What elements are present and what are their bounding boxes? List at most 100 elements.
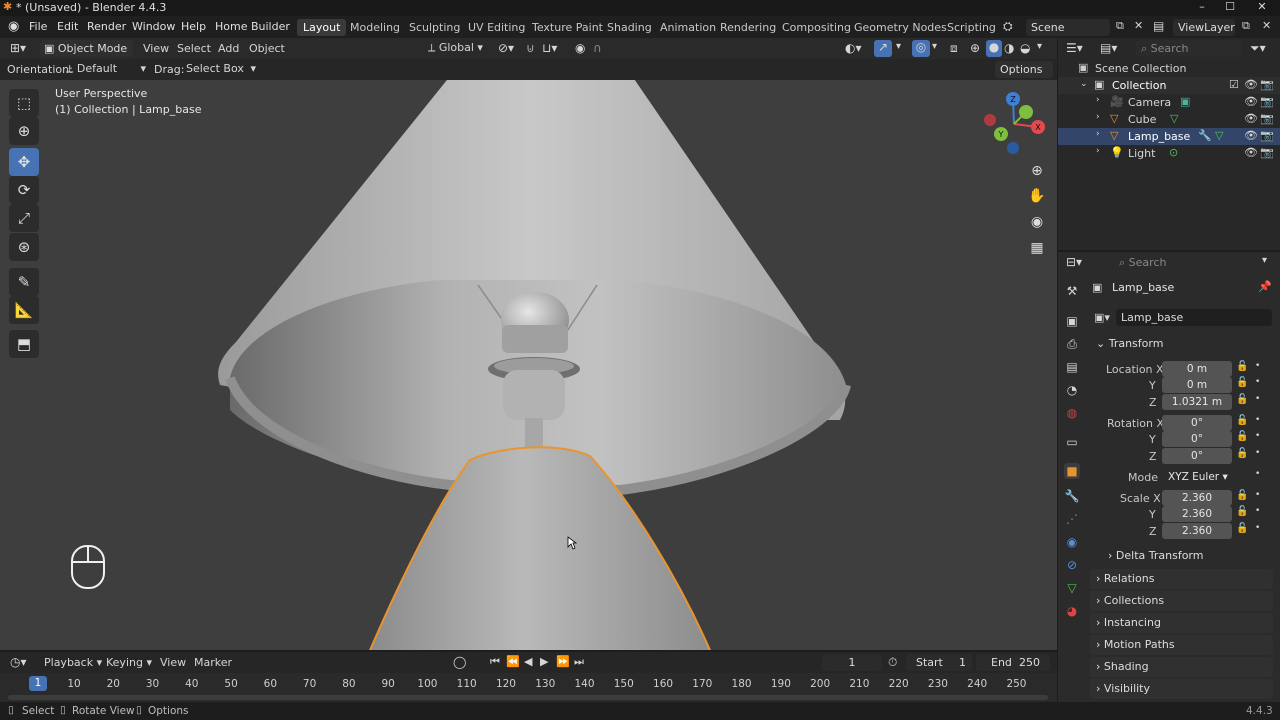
tab-rendering[interactable]: Rendering — [714, 19, 782, 36]
scene-tab-icon[interactable]: ◔ — [1064, 382, 1080, 398]
outliner-row-scene-collection[interactable]: ▣ Scene Collection — [1058, 60, 1280, 77]
mode-selector[interactable]: ▣ Object Mode ▾ — [40, 40, 133, 68]
tool-tab-icon[interactable]: ⚒ — [1064, 283, 1080, 299]
collection-tab-icon[interactable]: ▭ — [1064, 434, 1080, 450]
scene-icon[interactable]: ⛭ — [1003, 19, 1013, 34]
measure-tool[interactable]: 📐 — [9, 296, 39, 324]
lock-icon[interactable]: 🔓 — [1236, 431, 1248, 442]
display-mode-icon[interactable]: ▤▾ — [1100, 41, 1117, 55]
view-layer-tab-icon[interactable]: ▤ — [1064, 359, 1080, 375]
visibility-icon[interactable]: ◐▾ — [845, 41, 862, 55]
timeline-area[interactable]: 1 10 20 30 40 50 60 70 80 90 100 110 120 130 140 150 16… — [0, 673, 1057, 702]
hide-eye-icon[interactable]: 👁 — [1244, 78, 1258, 91]
play-reverse-icon[interactable]: ◀ — [524, 655, 532, 668]
view-layer-icon[interactable]: ▤ — [1153, 19, 1164, 33]
tab-compositing[interactable]: Compositing — [776, 19, 857, 36]
physics-tab-icon[interactable]: ◉ — [1064, 534, 1080, 550]
lock-icon[interactable]: 🔓 — [1236, 506, 1248, 517]
keyframe-dot-icon[interactable]: • — [1255, 431, 1260, 441]
scene-selector[interactable]: Scene — [1026, 19, 1110, 36]
lock-icon[interactable]: 🔓 — [1236, 523, 1248, 534]
jump-start-icon[interactable]: ⏮ — [490, 655, 500, 669]
playhead[interactable]: 1 — [29, 676, 47, 691]
tab-geometry-nodes[interactable]: Geometry Nodes — [848, 19, 953, 36]
location-y-field[interactable]: 0 m — [1162, 377, 1232, 393]
expand-arrow-icon[interactable]: › — [1096, 95, 1100, 105]
rendered-shading-icon[interactable]: ◒ — [1020, 41, 1030, 55]
instancing-panel[interactable]: › Instancing — [1090, 613, 1273, 633]
scale-y-field[interactable]: 2.360 — [1162, 506, 1232, 522]
keyframe-dot-icon[interactable]: • — [1255, 506, 1260, 516]
menu-edit[interactable]: Edit — [57, 20, 78, 33]
scale-x-field[interactable]: 2.360 — [1162, 490, 1232, 506]
gizmo-toggle-icon[interactable]: ↗ — [874, 40, 892, 57]
shading-panel[interactable]: › Shading — [1090, 657, 1273, 677]
select-box-tool[interactable]: ⬚ — [9, 89, 39, 117]
outliner-row-light[interactable]: › 💡 Light ⊙ 👁 📷 — [1058, 145, 1280, 162]
lock-icon[interactable]: 🔓 — [1236, 377, 1248, 388]
keyframe-dot-icon[interactable]: • — [1255, 523, 1260, 533]
filter-icon[interactable]: ⏷▾ — [1250, 41, 1266, 56]
maximize-button[interactable]: ☐ — [1216, 0, 1244, 13]
exclude-checkbox[interactable]: ☑ — [1229, 78, 1239, 91]
modifier-tab-icon[interactable]: 🔧 — [1064, 488, 1080, 504]
proportional-edit-icon[interactable]: ◉ — [575, 41, 585, 55]
material-preview-icon[interactable]: ◑ — [1004, 41, 1014, 55]
lock-icon[interactable]: 🔓 — [1236, 361, 1248, 372]
overlays-dropdown-icon[interactable]: ▾ — [932, 41, 937, 52]
object-name-field[interactable]: Lamp_base — [1116, 309, 1272, 326]
keyframe-dot-icon[interactable]: • — [1255, 490, 1260, 500]
add-cube-tool[interactable]: ⬒ — [9, 330, 39, 358]
xray-icon[interactable]: ⧈ — [950, 41, 958, 56]
delta-transform-header[interactable]: › Delta Transform — [1108, 549, 1203, 562]
solid-shading-icon[interactable]: ● — [986, 40, 1002, 57]
keyframe-dot-icon[interactable]: • — [1255, 361, 1260, 371]
end-frame-field[interactable]: End 250 — [976, 654, 1050, 671]
object-tab-icon[interactable]: ■ — [1064, 463, 1080, 479]
pivot-point-icon[interactable]: ⊘▾ — [498, 41, 514, 55]
location-z-field[interactable]: 1.0321 m — [1162, 394, 1232, 410]
move-tool[interactable]: ✥ — [9, 148, 39, 176]
drag-dropdown[interactable]: Select Box ▾ — [186, 62, 256, 75]
preview-range-icon[interactable]: ⏱ — [888, 655, 897, 670]
lock-icon[interactable]: 🔓 — [1236, 394, 1248, 405]
properties-editor-icon[interactable]: ⊟▾ — [1066, 255, 1082, 269]
menu-add[interactable]: Add — [218, 42, 239, 55]
jump-end-icon[interactable]: ⏭ — [574, 655, 584, 669]
editor-type-icon[interactable]: ⊞▾ — [10, 41, 26, 55]
play-icon[interactable]: ▶ — [540, 655, 548, 668]
close-button[interactable]: ✕ — [1248, 0, 1276, 13]
cursor-tool[interactable]: ⊕ — [9, 117, 39, 145]
prev-keyframe-icon[interactable]: ⏪ — [506, 655, 520, 668]
keyframe-dot-icon[interactable]: • — [1255, 415, 1260, 425]
properties-search-input[interactable]: ⌕ Search — [1114, 254, 1214, 271]
relations-panel[interactable]: › Relations — [1090, 569, 1273, 589]
motion-paths-panel[interactable]: › Motion Paths — [1090, 635, 1273, 655]
lock-icon[interactable]: 🔓 — [1236, 448, 1248, 459]
render-camera-icon[interactable]: 📷 — [1260, 129, 1274, 142]
menu-help[interactable]: Help — [181, 20, 206, 33]
tab-uv-editing[interactable]: UV Editing — [462, 19, 531, 36]
render-camera-icon[interactable]: 📷 — [1260, 95, 1274, 108]
snap-icon[interactable]: ⊍ — [526, 41, 535, 55]
blender-menu-icon[interactable]: ◉ — [8, 19, 19, 34]
object-data-icon[interactable]: ▣▾ — [1094, 311, 1110, 324]
render-camera-icon[interactable]: 📷 — [1260, 78, 1274, 91]
tab-scripting[interactable]: Scripting — [941, 19, 1002, 36]
keyframe-dot-icon[interactable]: • — [1255, 394, 1260, 404]
transform-orientation-dropdown[interactable]: ⟂ Global ▾ — [428, 41, 483, 55]
render-camera-icon[interactable]: 📷 — [1260, 146, 1274, 159]
particles-tab-icon[interactable]: ⋰ — [1064, 511, 1080, 527]
render-tab-icon[interactable]: ▣ — [1064, 313, 1080, 329]
overlays-toggle-icon[interactable]: ◎ — [912, 40, 930, 57]
annotate-tool[interactable]: ✎ — [9, 268, 39, 296]
scale-tool[interactable]: ⤢ — [9, 204, 39, 232]
data-tab-icon[interactable]: ▽ — [1064, 580, 1080, 596]
tab-animation[interactable]: Animation — [654, 19, 722, 36]
constraints-tab-icon[interactable]: ⊘ — [1064, 557, 1080, 573]
snap-target-icon[interactable]: ⊔▾ — [542, 41, 557, 55]
zoom-icon[interactable]: ⊕ — [1025, 159, 1049, 183]
collections-panel[interactable]: › Collections — [1090, 591, 1273, 611]
transform-panel-header[interactable]: ⌄ Transform — [1090, 334, 1273, 354]
location-x-field[interactable]: 0 m — [1162, 361, 1232, 377]
